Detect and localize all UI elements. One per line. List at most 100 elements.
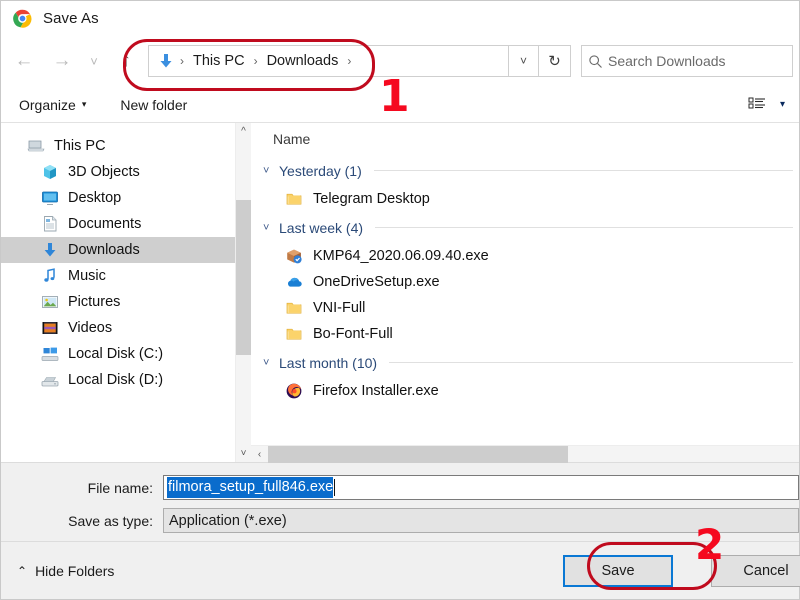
hscrollbar-thumb[interactable] xyxy=(268,445,568,463)
sidebar-item-pictures[interactable]: Pictures xyxy=(1,289,235,315)
save-button[interactable]: Save xyxy=(563,554,673,587)
search-input[interactable]: Search Downloads xyxy=(608,53,726,69)
chevron-down-icon[interactable]: ˅ xyxy=(263,357,279,369)
sidebar-item-3d-objects[interactable]: 3D Objects xyxy=(1,159,235,185)
dialog-footer: ⌃ Hide Folders Save Cancel xyxy=(1,541,800,599)
file-row[interactable]: Bo-Font-Full xyxy=(251,321,799,347)
dialog-body: This PC 3D Objects Desktop Documents Downloa… xyxy=(1,123,799,463)
search-box[interactable]: Search Downloads xyxy=(581,45,793,77)
refresh-button[interactable]: ↻ xyxy=(539,45,571,77)
refresh-icon: ↻ xyxy=(548,53,561,70)
folder-icon xyxy=(285,325,303,343)
file-row[interactable]: VNI-Full xyxy=(251,295,799,321)
window-title: Save As xyxy=(43,9,99,27)
up-button[interactable]: ↑ xyxy=(107,44,145,78)
forward-button[interactable]: → xyxy=(43,44,81,78)
back-button[interactable]: ← xyxy=(5,44,43,78)
downloads-icon xyxy=(41,241,59,259)
package-exe-icon xyxy=(285,247,303,265)
file-rows: ˅ Yesterday (1) Telegram Desktop ˅ Last week… xyxy=(251,155,799,445)
onedrive-icon xyxy=(285,273,303,291)
file-name-text: KMP64_2020.06.09.40.exe xyxy=(313,248,489,264)
sidebar-item-desktop[interactable]: Desktop xyxy=(1,185,235,211)
file-row[interactable]: Telegram Desktop xyxy=(251,186,799,212)
cancel-button[interactable]: Cancel xyxy=(711,554,800,587)
file-list-pane: Name ˅ Yesterday (1) Telegram Desktop ˅ Last… xyxy=(251,123,799,463)
hscrollbar-track[interactable] xyxy=(268,445,799,463)
file-group-label: Last month (10) xyxy=(279,354,378,371)
sidebar-item-this-pc[interactable]: This PC xyxy=(1,133,235,159)
sidebar-item-label: Music xyxy=(68,268,106,284)
videos-icon xyxy=(41,319,59,337)
chevron-down-icon: ˅ xyxy=(519,54,527,68)
sidebar-item-label: Desktop xyxy=(68,190,122,206)
windows-disk-icon xyxy=(41,345,59,363)
hide-folders-button[interactable]: ⌃ Hide Folders xyxy=(1,563,114,579)
firefox-icon xyxy=(285,382,303,400)
recent-locations-button[interactable]: ˅ xyxy=(81,44,107,78)
organize-button[interactable]: Organize ▾ xyxy=(19,97,86,113)
sidebar-scrollbar[interactable]: ^ ˅ xyxy=(235,123,252,462)
sidebar-item-local-disk-c[interactable]: Local Disk (C:) xyxy=(1,341,235,367)
sidebar-item-label: Local Disk (D:) xyxy=(68,372,164,388)
chevron-up-icon[interactable]: ^ xyxy=(241,123,246,140)
file-name-text: VNI-Full xyxy=(313,300,366,316)
chevron-down-icon[interactable]: ˅ xyxy=(263,165,279,177)
sidebar-item-label: Downloads xyxy=(68,242,140,258)
breadcrumb-item-this-pc[interactable]: This PC xyxy=(186,53,252,69)
chrome-logo-icon xyxy=(13,8,32,28)
file-name-text: Bo-Font-Full xyxy=(313,326,393,342)
hide-folders-label: Hide Folders xyxy=(35,562,115,579)
chevron-down-icon[interactable]: ▾ xyxy=(780,99,785,110)
file-group-label: Last week (4) xyxy=(279,219,364,236)
folder-icon xyxy=(285,190,303,208)
file-group-header[interactable]: ˅ Last week (4) xyxy=(251,212,799,243)
list-view-icon[interactable] xyxy=(748,96,768,114)
new-folder-label: New folder xyxy=(120,96,188,113)
navigation-sidebar: This PC 3D Objects Desktop Documents Downloa… xyxy=(1,123,235,462)
sidebar-item-videos[interactable]: Videos xyxy=(1,315,235,341)
annotation-number-1: 1 xyxy=(379,71,410,122)
sidebar-item-documents[interactable]: Documents xyxy=(1,211,235,237)
file-row[interactable]: OneDriveSetup.exe xyxy=(251,269,799,295)
file-group-header[interactable]: ˅ Last month (10) xyxy=(251,347,799,378)
breadcrumb-separator[interactable]: › xyxy=(345,54,353,68)
column-header-row: Name xyxy=(251,123,799,155)
group-divider xyxy=(373,170,793,171)
group-divider xyxy=(375,227,793,228)
file-name-input[interactable]: filmora_setup_full846.exe xyxy=(163,475,799,500)
desktop-icon xyxy=(41,189,59,207)
view-options-group[interactable]: ▾ xyxy=(748,96,799,114)
column-header-name[interactable]: Name xyxy=(273,131,310,147)
pictures-icon xyxy=(41,293,59,311)
breadcrumb-item-downloads[interactable]: Downloads xyxy=(260,53,346,69)
chevron-up-icon: ⌃ xyxy=(17,563,28,578)
sidebar-item-local-disk-d[interactable]: Local Disk (D:) xyxy=(1,367,235,393)
horizontal-scrollbar[interactable]: ‹ xyxy=(251,445,799,463)
sidebar-item-label: This PC xyxy=(54,138,106,154)
text-caret xyxy=(334,479,336,496)
sidebar-item-label: 3D Objects xyxy=(68,164,140,180)
new-folder-button[interactable]: New folder xyxy=(120,97,187,113)
file-name-text: OneDriveSetup.exe xyxy=(313,274,440,290)
documents-icon xyxy=(41,215,59,233)
group-divider xyxy=(389,362,793,363)
3d-objects-icon xyxy=(41,163,59,181)
file-row[interactable]: Firefox Installer.exe xyxy=(251,378,799,404)
file-name-label: File name: xyxy=(87,479,153,496)
chevron-down-icon[interactable]: ˅ xyxy=(241,445,247,462)
breadcrumb-bar[interactable]: › This PC › Downloads › xyxy=(148,45,509,77)
file-row[interactable]: KMP64_2020.06.09.40.exe xyxy=(251,243,799,269)
scrollbar-track[interactable] xyxy=(235,140,252,445)
file-group-header[interactable]: ˅ Yesterday (1) xyxy=(251,155,799,186)
chevron-left-icon[interactable]: ‹ xyxy=(251,449,268,460)
address-dropdown-button[interactable]: ˅ xyxy=(509,45,539,77)
file-name-row: File name: filmora_setup_full846.exe xyxy=(1,475,799,500)
chevron-down-icon[interactable]: ˅ xyxy=(263,222,279,234)
downloads-arrow-icon xyxy=(156,51,176,71)
annotation-number-2: 2 xyxy=(695,520,725,569)
sidebar-item-music[interactable]: Music xyxy=(1,263,235,289)
scrollbar-thumb[interactable] xyxy=(235,200,252,355)
sidebar-item-downloads[interactable]: Downloads xyxy=(1,237,235,263)
sidebar-item-label: Local Disk (C:) xyxy=(68,346,164,362)
